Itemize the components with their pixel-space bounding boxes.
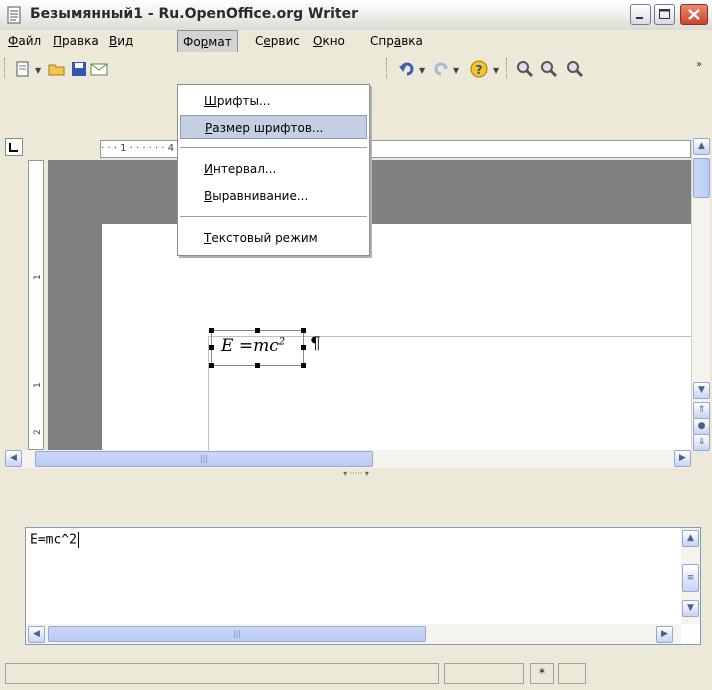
zoom-icon[interactable] [516,60,534,78]
status-bar: * [0,660,712,690]
vertical-scrollbar[interactable]: ▲ ▼ ⇑ ● ⇓ [691,138,710,451]
status-cell [558,663,586,684]
resize-handle[interactable] [301,363,306,368]
menu-item-text-mode[interactable]: Текстовый режим [180,226,367,250]
scroll-down-button[interactable]: ▼ [693,382,710,399]
horizontal-scroll-thumb[interactable]: ||| [35,451,373,467]
resize-handle[interactable] [255,328,260,333]
menu-format[interactable]: Формат [177,30,238,52]
menu-item-alignment[interactable]: Выравнивание... [180,184,367,208]
resize-handle[interactable] [209,328,214,333]
pane-splitter[interactable]: ▾ ····· ▾ [0,468,712,484]
formula-text: E =mc2 [221,336,286,356]
editor-horizontal-thumb[interactable]: ||| [48,626,426,642]
navigator-button[interactable]: ● [693,418,710,435]
resize-handle[interactable] [301,328,306,333]
toolbar-overflow-arrow-icon[interactable]: ▼ [493,66,499,75]
editor-scroll-down-button[interactable]: ▼ [682,600,699,617]
menu-help[interactable]: Справка [365,30,428,52]
menu-item-font-size[interactable]: Размер шрифтов... [180,115,367,139]
previous-page-button[interactable]: ⇑ [693,402,710,419]
text-caret [77,532,79,548]
menu-window[interactable]: Окно [308,30,350,52]
minimize-button[interactable] [630,4,651,25]
zoom-out-icon[interactable] [540,60,558,78]
toolbar-grip-2[interactable] [506,58,510,78]
save-icon[interactable] [70,60,88,78]
undo-dropdown-arrow-icon[interactable]: ▼ [419,66,425,75]
svg-text:2: 2 [33,429,43,435]
menu-separator [180,147,367,148]
tab-stop-selector[interactable] [5,138,23,156]
tab-left-icon [9,143,18,152]
redo-icon[interactable] [432,60,450,78]
resize-handle[interactable] [209,363,214,368]
maximize-icon [659,9,670,19]
open-folder-icon[interactable] [48,60,66,78]
undo-icon[interactable] [398,60,416,78]
document-modified-indicator: * [530,663,554,684]
scroll-left-button[interactable]: ◀ [5,450,22,467]
email-icon[interactable] [90,60,108,78]
menu-item-fonts[interactable]: Шрифты... [180,89,367,113]
resize-handle[interactable] [301,345,306,350]
menu-file[interactable]: Файл [3,30,46,52]
redo-dropdown-arrow-icon[interactable]: ▼ [453,66,459,75]
window-title: Безымянный1 - Ru.OpenOffice.org Writer [30,6,358,22]
editor-vertical-scrollbar[interactable]: ▲ ≡ ▼ [681,528,700,624]
status-cell [444,663,524,684]
svg-text:1: 1 [33,382,43,388]
help-icon[interactable]: ? [470,60,488,78]
vertical-ruler[interactable]: 1 1 2 [28,160,44,450]
zoom-100-icon[interactable] [566,60,584,78]
svg-text:1: 1 [33,274,43,280]
format-menu-dropdown: Шрифты... Размер шрифтов... Интервал... … [177,84,370,256]
text-boundary-left [208,336,209,450]
editor-scroll-up-button[interactable]: ▲ [682,530,699,547]
menu-bar: Файл Правка Вид Формат Сервис Окно Справ… [0,30,712,52]
maximize-button[interactable] [654,4,675,25]
menu-edit[interactable]: Правка [48,30,104,52]
editor-scroll-left-button[interactable]: ◀ [28,626,45,643]
scroll-up-button[interactable]: ▲ [693,138,710,155]
editor-horizontal-scrollbar[interactable]: ◀ ||| ▶ [26,624,681,644]
new-document-icon[interactable] [14,60,32,78]
title-bar: Безымянный1 - Ru.OpenOffice.org Writer [0,0,712,31]
close-button[interactable] [680,4,708,25]
document-page[interactable] [102,224,691,450]
close-icon [688,9,700,20]
next-page-button[interactable]: ⇓ [693,434,710,451]
editor-scroll-right-button[interactable]: ▶ [656,626,673,643]
status-info-cell [5,663,439,684]
toolbar-more-icon[interactable]: » [696,59,702,70]
writer-app-icon [7,6,21,24]
paragraph-mark: ¶ [310,334,321,354]
formula-command-editor[interactable]: E=mc^2 ▲ ≡ ▼ ◀ ||| ▶ [25,527,701,645]
menu-item-spacing[interactable]: Интервал... [180,157,367,181]
minimize-icon [636,17,643,19]
vertical-scroll-thumb[interactable] [693,158,710,198]
toolbar-separator [386,58,390,78]
resize-handle[interactable] [209,345,214,350]
scroll-right-button[interactable]: ▶ [674,450,691,467]
horizontal-scrollbar[interactable]: ◀ ||| ▶ [5,450,691,468]
menu-view[interactable]: Вид [104,30,138,52]
resize-handle[interactable] [255,363,260,368]
vertical-ruler-ticks: 1 1 2 [33,274,43,435]
toolbar-grip[interactable] [4,58,8,78]
menu-tools[interactable]: Сервис [250,30,305,52]
svg-text:?: ? [476,63,483,77]
new-dropdown-arrow-icon[interactable]: ▼ [35,66,41,75]
editor-vertical-thumb[interactable]: ≡ [682,564,699,592]
standard-toolbar: ▼ ▼ ▼ ? ▼ » [0,53,712,83]
menu-separator [180,216,367,217]
formula-command-text[interactable]: E=mc^2 [30,532,79,548]
